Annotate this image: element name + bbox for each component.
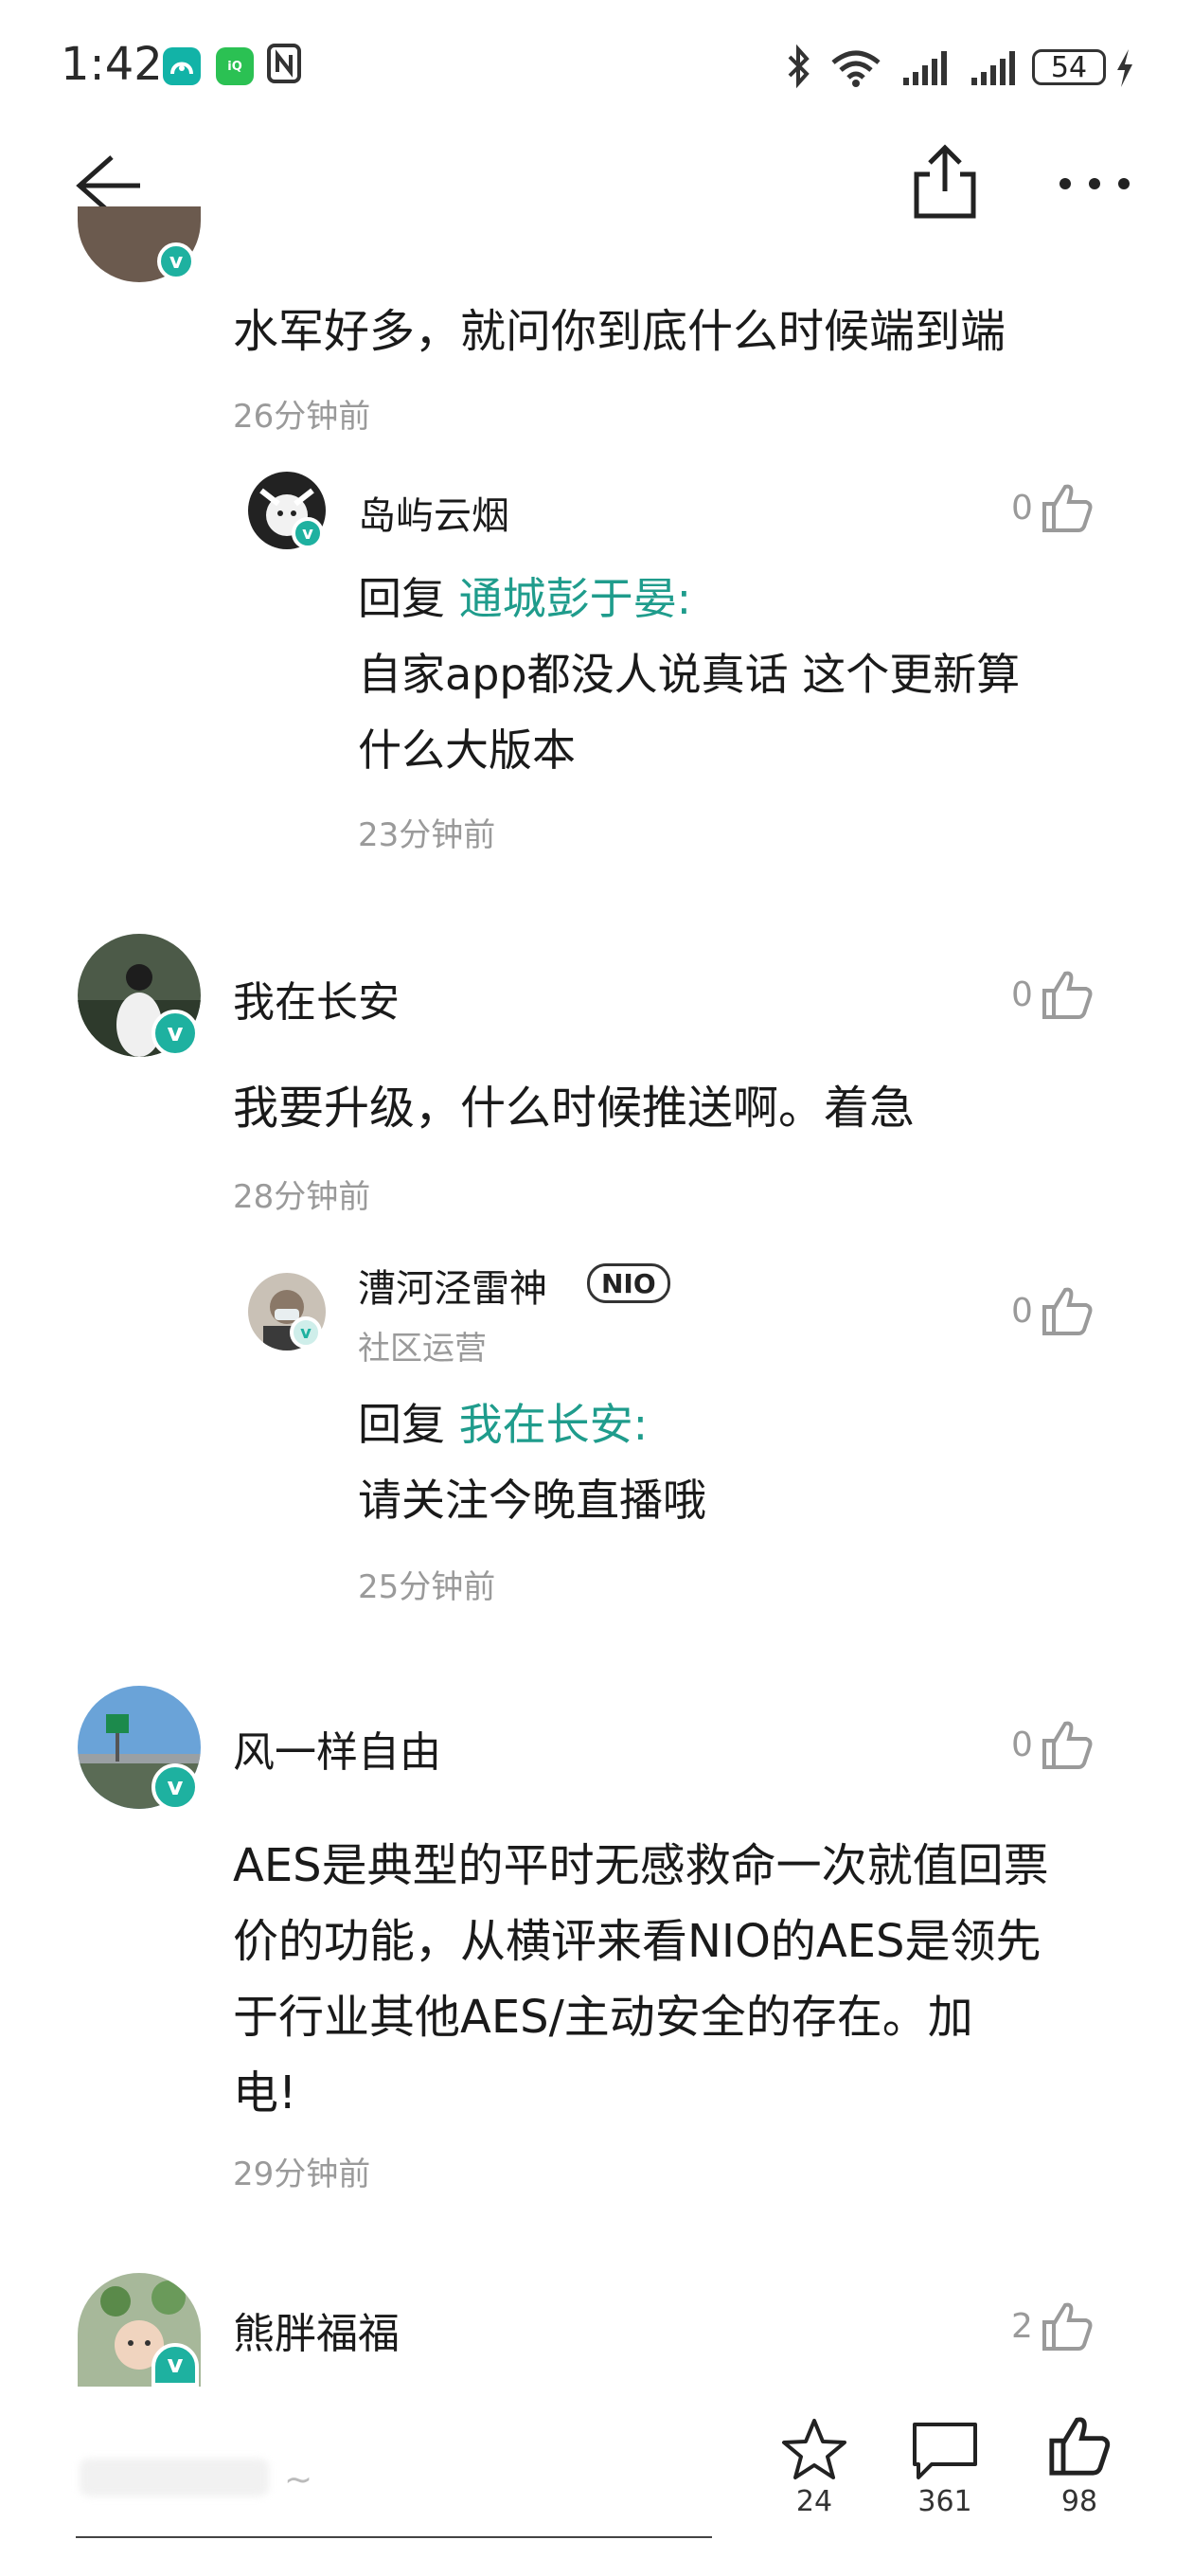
iqiyi-icon: iQ — [216, 47, 254, 85]
comment-time: 28分钟前 — [233, 1178, 371, 1216]
verified-badge-icon: v — [151, 1763, 199, 1811]
more-icon[interactable] — [1059, 176, 1131, 194]
charging-icon — [1113, 47, 1136, 93]
thumb-up-icon — [1042, 1721, 1093, 1769]
like-button[interactable]: 0 — [1011, 481, 1094, 534]
favorite-count: 24 — [795, 2485, 833, 2518]
nio-badge: NIO — [587, 1263, 670, 1303]
battery-indicator: 54 — [1032, 49, 1106, 85]
verified-badge-icon: v — [157, 242, 195, 280]
comment-input-underline — [76, 2536, 712, 2538]
status-time: 1:42 — [61, 38, 163, 91]
signal-icon-1 — [901, 49, 951, 91]
like-post-button[interactable] — [1047, 2413, 1112, 2481]
wifi-icon — [829, 49, 882, 91]
reply-username[interactable]: 漕河泾雷神 — [358, 1258, 547, 1313]
like-count: 0 — [1011, 488, 1033, 528]
comment-text-line: 电! — [233, 2066, 297, 2120]
comment-text-line: 价的功能，从横评来看NIO的AES是领先 — [233, 1915, 1042, 1968]
thumb-up-icon — [1042, 484, 1093, 532]
comment-count: 361 — [917, 2485, 972, 2518]
comment-text: 我要升级，什么时候推送啊。着急 — [233, 1082, 916, 1135]
comment-username[interactable]: 风一样自由 — [233, 1718, 441, 1779]
reply-body: 回复 我在长安: 请关注今晚直播哦 — [358, 1386, 706, 1538]
comment-time: 26分钟前 — [233, 398, 371, 436]
reply-body: 回复 通城彭于晏: 自家app都没人说真话 这个更新算 什么大版本 — [358, 561, 1020, 788]
like-button[interactable]: 0 — [1011, 1718, 1094, 1771]
thumb-up-icon — [1042, 971, 1093, 1019]
reply-text-line: 什么大版本 — [358, 724, 576, 776]
comment-icon — [913, 2423, 977, 2479]
like-count: 0 — [1011, 975, 1033, 1014]
comment-username[interactable]: 我在长安 — [233, 968, 400, 1029]
status-bar: 1:42 iQ 54 — [0, 0, 1193, 133]
comment-username[interactable]: 熊胖福福 — [233, 2299, 400, 2360]
like-button[interactable]: 0 — [1011, 1284, 1094, 1337]
comment-text-line: AES是典型的平时无感救命一次就值回票 — [233, 1839, 1049, 1892]
comment-text-line: 于行业其他AES/主动安全的存在。加 — [233, 1991, 973, 2044]
like-count: 0 — [1011, 1291, 1033, 1331]
comment-input-placeholder[interactable]: ~ — [284, 2460, 312, 2499]
star-icon — [782, 2419, 846, 2479]
comment-input-placeholder-blurred[interactable] — [80, 2459, 269, 2496]
verified-badge-icon: v — [292, 517, 324, 549]
like-count: 0 — [1011, 1725, 1033, 1764]
like-button[interactable]: 2 — [1011, 2299, 1094, 2352]
thumb-up-icon — [1042, 2302, 1093, 2351]
verified-badge-icon: v — [151, 2343, 199, 2387]
reply-username[interactable]: 岛屿云烟 — [358, 485, 509, 540]
reply-to-user[interactable]: 通城彭于晏: — [459, 573, 692, 624]
nfc-icon — [267, 44, 301, 92]
reply-time: 23分钟前 — [358, 816, 496, 854]
thumb-up-icon — [1042, 1287, 1093, 1335]
verified-badge-icon: v — [290, 1316, 322, 1349]
comment-time: 29分钟前 — [233, 2156, 371, 2193]
thumb-up-icon — [1049, 2417, 1111, 2476]
reply-text-line: 请关注今晚直播哦 — [358, 1475, 706, 1526]
signal-icon-2 — [970, 49, 1019, 91]
like-count: 2 — [1011, 2306, 1033, 2346]
comment-button[interactable] — [911, 2421, 979, 2485]
verified-badge-icon: v — [151, 1010, 199, 1057]
bluetooth-icon — [786, 44, 812, 93]
reply-label: 回复 — [358, 573, 445, 624]
favorite-button[interactable] — [776, 2417, 852, 2481]
comment-text: AES是典型的平时无感救命一次就值回票 价的功能，从横评来看NIO的AES是领先… — [233, 1828, 1132, 2131]
reply-text-line: 自家app都没人说真话 这个更新算 — [358, 649, 1021, 700]
nio-icon — [163, 47, 201, 85]
share-icon[interactable] — [911, 144, 979, 224]
like-count: 98 — [1060, 2485, 1098, 2518]
user-role: 社区运营 — [358, 1330, 487, 1368]
like-button[interactable]: 0 — [1011, 968, 1094, 1021]
reply-to-user[interactable]: 我在长安: — [459, 1399, 649, 1450]
comment-text: 水军好多，就问你到底什么时候端到端 — [233, 305, 1006, 358]
reply-label: 回复 — [358, 1399, 445, 1450]
reply-time: 25分钟前 — [358, 1568, 496, 1606]
